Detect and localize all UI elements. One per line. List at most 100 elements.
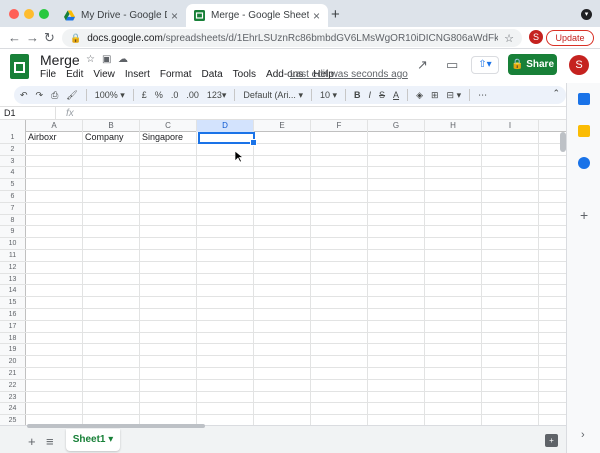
cell-g11[interactable]: [368, 249, 425, 261]
cell-f4[interactable]: [311, 167, 368, 179]
redo-icon[interactable]: ↷: [36, 90, 44, 101]
cell-g12[interactable]: [368, 261, 425, 273]
bookmark-star-icon[interactable]: ☆: [504, 32, 514, 45]
expand-panel-icon[interactable]: ›: [581, 429, 585, 441]
cell-b9[interactable]: [83, 226, 140, 238]
cell-b4[interactable]: [83, 167, 140, 179]
cell-d14[interactable]: [197, 285, 254, 297]
more-options-icon[interactable]: ⋯: [478, 90, 487, 101]
cell-i10[interactable]: [482, 238, 539, 249]
row-header[interactable]: 5: [0, 179, 26, 190]
tasks-icon[interactable]: [578, 157, 590, 169]
cell-a5[interactable]: [26, 179, 83, 190]
cell-i14[interactable]: [482, 285, 539, 297]
cell-h25[interactable]: [425, 415, 482, 425]
row-header[interactable]: 4: [0, 167, 26, 179]
cell-b10[interactable]: [83, 238, 140, 249]
cell-g6[interactable]: [368, 190, 425, 202]
cell-h19[interactable]: [425, 344, 482, 356]
cell-b21[interactable]: [83, 367, 140, 379]
cell-e5[interactable]: [254, 179, 311, 190]
horizontal-scrollbar[interactable]: [27, 424, 205, 428]
cell-g7[interactable]: [368, 202, 425, 214]
cell-d22[interactable]: [197, 379, 254, 391]
cell-a1[interactable]: Airboxr: [26, 132, 83, 143]
paint-format-icon[interactable]: 🖌: [66, 90, 77, 101]
cell-e17[interactable]: [254, 320, 311, 332]
cell-f7[interactable]: [311, 202, 368, 214]
cell-c5[interactable]: [140, 179, 197, 190]
cell-f9[interactable]: [311, 226, 368, 238]
cell-f22[interactable]: [311, 379, 368, 391]
row-header[interactable]: 2: [0, 143, 26, 155]
cell-b18[interactable]: [83, 332, 140, 344]
cell-g25[interactable]: [368, 415, 425, 425]
menu-view[interactable]: View: [93, 69, 115, 80]
cell-a10[interactable]: [26, 238, 83, 249]
cell-e4[interactable]: [254, 167, 311, 179]
cell-b15[interactable]: [83, 297, 140, 308]
cell-a21[interactable]: [26, 367, 83, 379]
cell-d20[interactable]: [197, 356, 254, 367]
cell-i2[interactable]: [482, 143, 539, 155]
calendar-icon[interactable]: [578, 93, 590, 105]
cell-d13[interactable]: [197, 273, 254, 285]
cell-a12[interactable]: [26, 261, 83, 273]
cell-g19[interactable]: [368, 344, 425, 356]
cell-e9[interactable]: [254, 226, 311, 238]
cell-g4[interactable]: [368, 167, 425, 179]
print-icon[interactable]: ⎙: [51, 90, 58, 101]
cell-i25[interactable]: [482, 415, 539, 425]
cell-h9[interactable]: [425, 226, 482, 238]
row-header[interactable]: 24: [0, 403, 26, 415]
cell-b11[interactable]: [83, 249, 140, 261]
cell-h1[interactable]: [425, 132, 482, 143]
cell-f23[interactable]: [311, 391, 368, 403]
row-header[interactable]: 9: [0, 226, 26, 238]
maximize-window-button[interactable]: [39, 9, 49, 19]
fill-color-icon[interactable]: ◈: [416, 90, 423, 101]
move-folder-icon[interactable]: ▣: [102, 54, 111, 65]
cell-h3[interactable]: [425, 155, 482, 167]
font-size-select[interactable]: 10 ▾: [320, 90, 337, 101]
column-header-c[interactable]: C: [140, 120, 197, 132]
cell-e21[interactable]: [254, 367, 311, 379]
cell-c2[interactable]: [140, 143, 197, 155]
cell-g20[interactable]: [368, 356, 425, 367]
cell-h15[interactable]: [425, 297, 482, 308]
cell-a9[interactable]: [26, 226, 83, 238]
cell-b24[interactable]: [83, 403, 140, 415]
sheet-tab-sheet1[interactable]: Sheet1 ▾: [66, 429, 120, 451]
row-header[interactable]: 6: [0, 190, 26, 202]
cell-b2[interactable]: [83, 143, 140, 155]
cell-b14[interactable]: [83, 285, 140, 297]
update-button[interactable]: Update: [546, 30, 594, 46]
cell-g5[interactable]: [368, 179, 425, 190]
column-header-f[interactable]: F: [311, 120, 368, 132]
cell-f25[interactable]: [311, 415, 368, 425]
cell-b23[interactable]: [83, 391, 140, 403]
back-arrow-icon[interactable]: ←: [8, 30, 21, 45]
cell-e16[interactable]: [254, 308, 311, 320]
row-header[interactable]: 17: [0, 320, 26, 332]
cell-f11[interactable]: [311, 249, 368, 261]
cell-e15[interactable]: [254, 297, 311, 308]
account-avatar[interactable]: S: [569, 55, 589, 75]
cell-f6[interactable]: [311, 190, 368, 202]
row-header[interactable]: 11: [0, 249, 26, 261]
cell-a23[interactable]: [26, 391, 83, 403]
cell-e2[interactable]: [254, 143, 311, 155]
present-button[interactable]: ⇧▾: [471, 56, 499, 74]
row-header[interactable]: 13: [0, 273, 26, 285]
cell-f24[interactable]: [311, 403, 368, 415]
cell-d10[interactable]: [197, 238, 254, 249]
cell-h6[interactable]: [425, 190, 482, 202]
cell-g21[interactable]: [368, 367, 425, 379]
menu-data[interactable]: Data: [202, 69, 223, 80]
cell-d23[interactable]: [197, 391, 254, 403]
cell-e20[interactable]: [254, 356, 311, 367]
collapse-toolbar-icon[interactable]: ⌃: [552, 88, 560, 99]
active-cell-selection[interactable]: [198, 132, 257, 146]
cell-b8[interactable]: [83, 214, 140, 226]
cell-i8[interactable]: [482, 214, 539, 226]
